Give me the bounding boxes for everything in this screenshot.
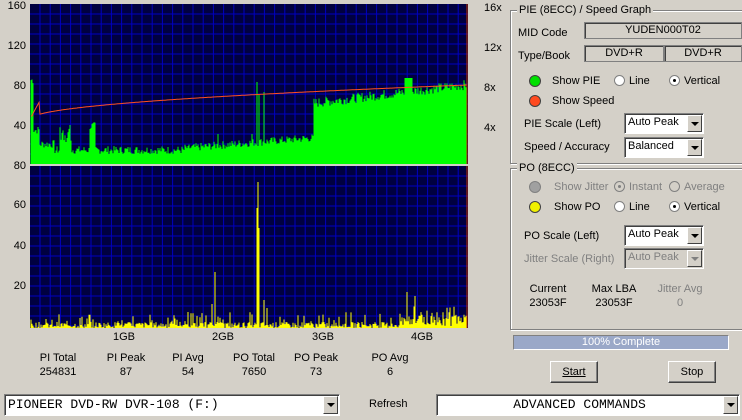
chevron-down-icon[interactable] (687, 115, 702, 132)
jitter-scale-select[interactable]: Auto Peak (624, 248, 704, 269)
po-line-label: Line (629, 201, 650, 213)
stat-label-pi-peak: PI Peak (106, 352, 146, 364)
stat-value-po-avg: 6 (386, 366, 394, 378)
pie-group-title: PIE (8ECC) / Speed Graph (517, 4, 654, 16)
jitter-instant-label: Instant (629, 181, 663, 193)
pie-line-radio[interactable] (614, 75, 625, 86)
pie-line-label: Line (629, 75, 650, 87)
stat-label-po-peak: PO Peak (293, 352, 339, 364)
po-y-tick: 20 (13, 280, 26, 292)
po-scale-value: Auto Peak (628, 228, 679, 240)
stat-value-pi-peak: 87 (119, 366, 133, 378)
pie-scale-label: PIE Scale (Left) (524, 118, 602, 130)
stat-label-po-total: PO Total (233, 352, 275, 364)
progress-bar: 100% Complete (513, 335, 729, 350)
stat-label-pi-avg: PI Avg (172, 352, 204, 364)
commands-select[interactable]: ADVANCED COMMANDS (436, 394, 740, 416)
po-y-tick: 80 (13, 160, 26, 172)
speed-accuracy-select[interactable]: Balanced (624, 137, 704, 158)
show-speed-label: Show Speed (552, 95, 615, 107)
po-plot-background (30, 166, 468, 328)
x-tick: 3GB (311, 331, 334, 343)
stat-value-pi-avg: 54 (181, 366, 195, 378)
speed-accuracy-label: Speed / Accuracy (524, 141, 610, 153)
chevron-down-icon[interactable] (687, 139, 702, 156)
po-vertical-radio[interactable] (669, 201, 680, 212)
jitter-average-label: Average (684, 181, 725, 193)
stat-value-pi-total: 254831 (39, 366, 77, 378)
start-button-label: Start (562, 366, 586, 378)
po-y-tick: 40 (13, 240, 26, 252)
jitter-avg-label: Jitter Avg (657, 283, 703, 295)
po-line-radio[interactable] (614, 201, 625, 212)
pie-y-tick: 40 (13, 120, 26, 132)
pie-vertical-label: Vertical (684, 75, 721, 87)
max-lba-label: Max LBA (591, 283, 637, 295)
po-vertical-label: Vertical (684, 201, 721, 213)
type-book-label: Type/Book (518, 50, 570, 62)
pie-scale-select[interactable]: Auto Peak (624, 113, 704, 134)
refresh-label: Refresh (369, 398, 408, 410)
stat-label-po-avg: PO Avg (371, 352, 409, 364)
show-po-label: Show PO (554, 201, 601, 213)
x-tick: 4GB (410, 331, 433, 343)
disc-type-value: DVD+R (584, 45, 664, 62)
current-lba-label: Current (529, 283, 567, 295)
mid-code-label: MID Code (518, 27, 568, 39)
speed-y-tick: 8x (484, 82, 496, 94)
show-jitter-label: Show Jitter (554, 181, 609, 193)
refresh-link[interactable]: Refresh (369, 398, 408, 410)
stat-value-po-total: 7650 (241, 366, 267, 378)
po-scale-label: PO Scale (Left) (524, 230, 600, 242)
jitter-instant-radio[interactable] (614, 181, 625, 192)
show-pie-label: Show PIE (552, 75, 601, 87)
commands-select-value: ADVANCED COMMANDS (513, 397, 646, 412)
po-group-title: PO (8ECC) (517, 162, 577, 174)
chevron-down-icon[interactable] (687, 227, 702, 244)
progress-text: 100% Complete (581, 336, 661, 348)
show-po-toggle[interactable] (529, 201, 541, 213)
x-tick: 2GB (211, 331, 234, 343)
speed-y-tick: 4x (484, 122, 496, 134)
pie-y-tick: 160 (7, 0, 26, 12)
jitter-avg-value: 0 (676, 297, 684, 309)
chevron-down-icon[interactable] (323, 396, 338, 414)
stop-button-label: Stop (680, 366, 704, 378)
jitter-scale-label: Jitter Scale (Right) (524, 253, 615, 265)
pie-y-tick: 80 (13, 80, 26, 92)
drive-select-value: PIONEER DVD-RW DVR-108 (F:) (8, 397, 219, 412)
speed-accuracy-value: Balanced (628, 140, 674, 152)
show-jitter-toggle[interactable] (529, 181, 541, 193)
stat-value-po-peak: 73 (309, 366, 323, 378)
current-lba-value: 23053F (529, 297, 567, 309)
start-button[interactable]: Start (550, 361, 598, 383)
book-type-value: DVD+R (664, 45, 742, 62)
drive-select[interactable]: PIONEER DVD-RW DVR-108 (F:) (4, 394, 340, 416)
show-speed-toggle[interactable] (529, 95, 541, 107)
chevron-down-icon[interactable] (723, 396, 738, 414)
stop-button[interactable]: Stop (668, 361, 716, 383)
po-y-tick: 60 (13, 199, 26, 211)
max-lba-value: 23053F (595, 297, 633, 309)
mid-code-value: YUDEN000T02 (584, 22, 742, 39)
pie-vertical-radio[interactable] (669, 75, 680, 86)
x-tick: 1GB (112, 331, 135, 343)
jitter-average-radio[interactable] (669, 181, 680, 192)
show-pie-toggle[interactable] (529, 75, 541, 87)
stat-label-pi-total: PI Total (39, 352, 77, 364)
jitter-scale-value: Auto Peak (628, 251, 679, 263)
pie-scale-value: Auto Peak (628, 116, 679, 128)
chevron-down-icon[interactable] (687, 250, 702, 267)
speed-y-tick: 16x (484, 2, 502, 14)
speed-y-tick: 12x (484, 42, 502, 54)
po-scale-select[interactable]: Auto Peak (624, 225, 704, 246)
pie-y-tick: 120 (7, 40, 26, 52)
